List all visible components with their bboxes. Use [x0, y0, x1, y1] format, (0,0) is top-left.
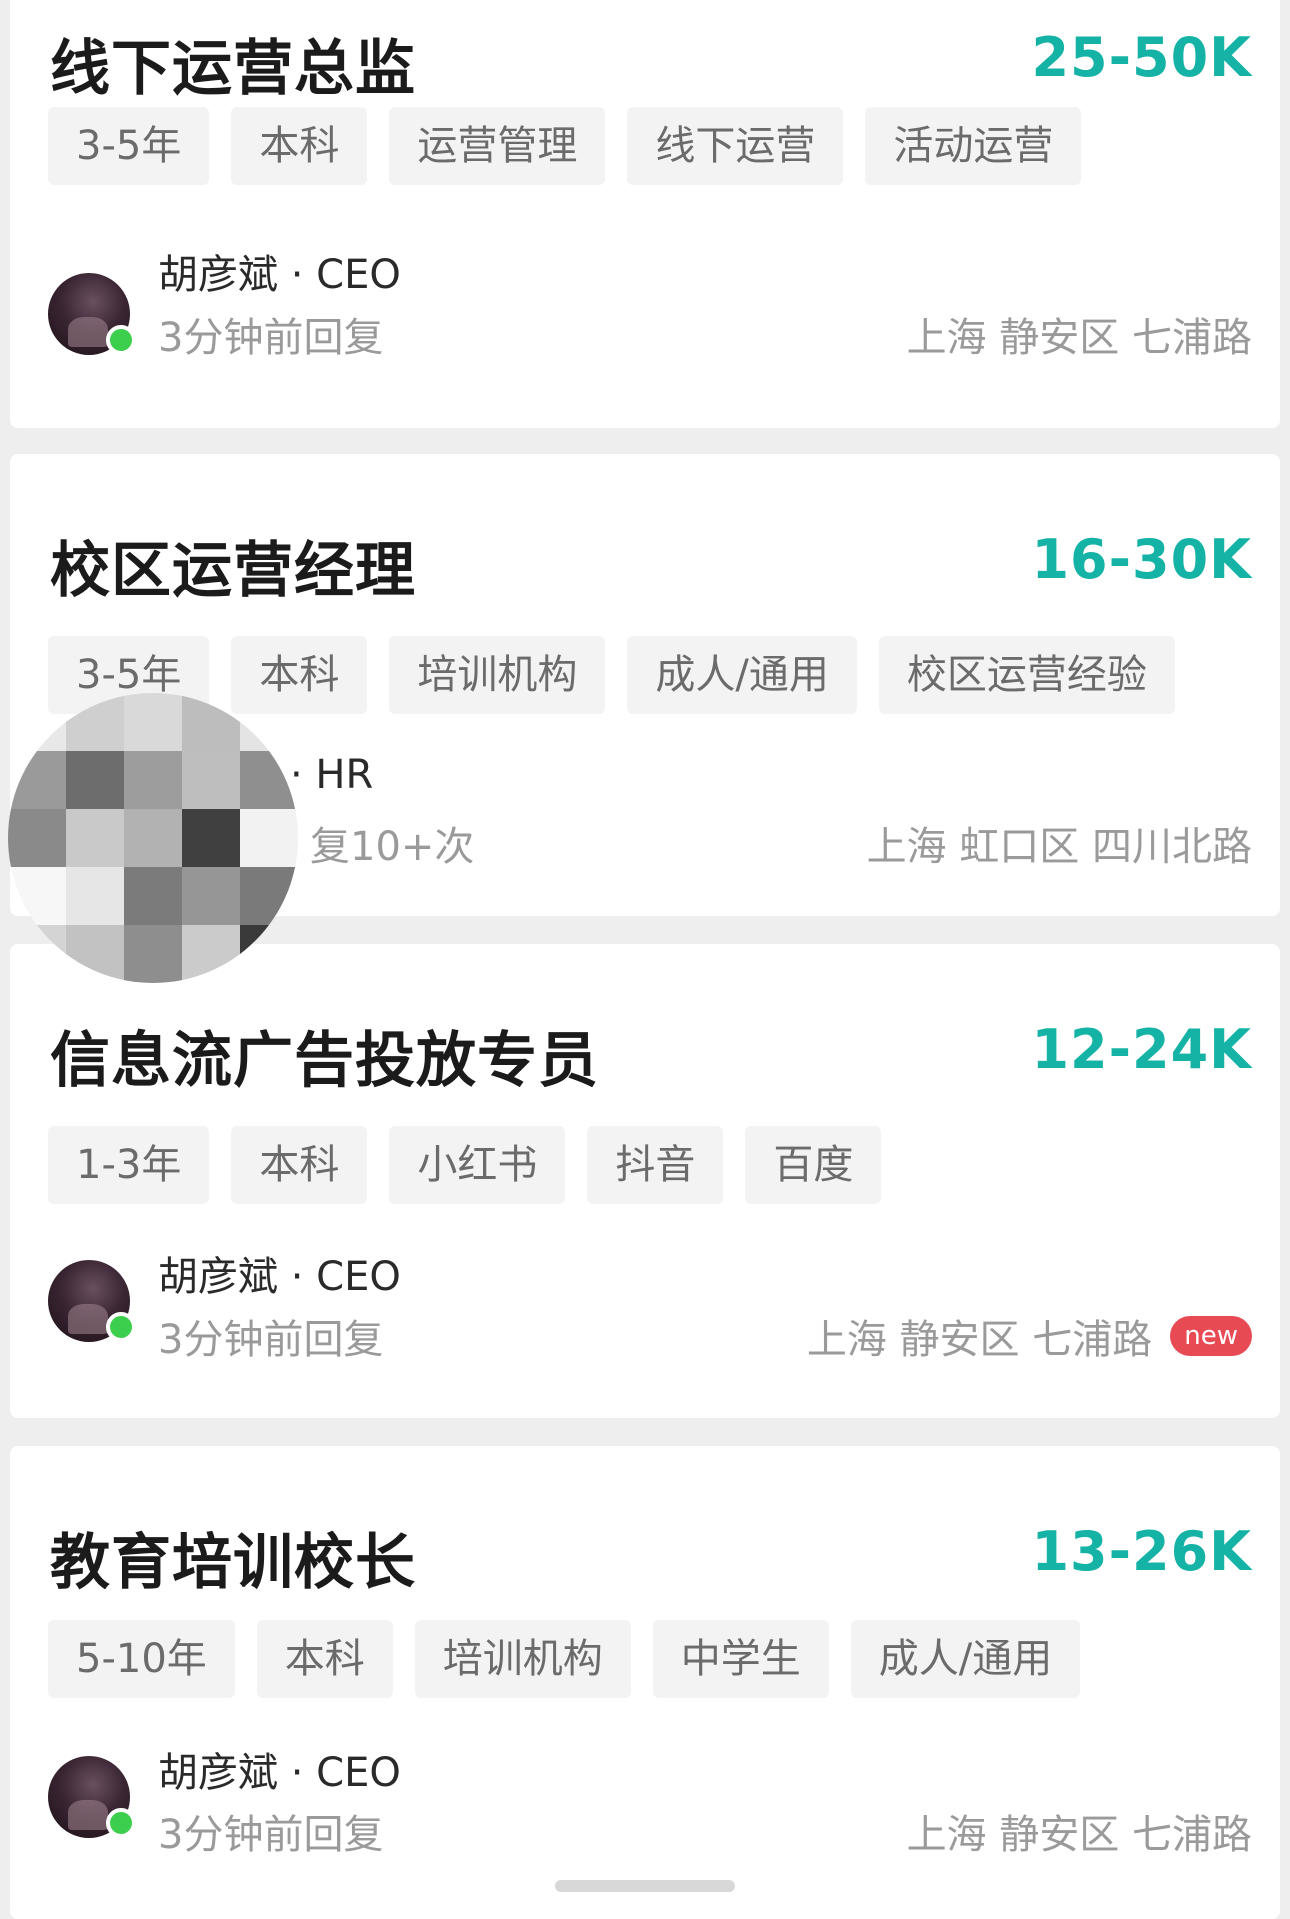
job-salary: 13-26K — [1031, 1520, 1252, 1583]
reply-count: 复10+次 — [310, 824, 475, 870]
job-card[interactable]: 线下运营总监 25-50K 3-5年 本科 运营管理 线下运营 活动运营 胡彦斌… — [10, 0, 1280, 428]
job-salary: 25-50K — [1031, 26, 1252, 89]
job-tag: 成人/通用 — [850, 1620, 1081, 1698]
job-location: 上海 静安区 七浦路 — [907, 1802, 1252, 1860]
online-status-icon — [106, 1808, 136, 1838]
online-status-icon — [106, 1312, 136, 1342]
job-location: 上海 虹口区 四川北路 — [867, 814, 1252, 872]
recruiter-name: 胡彦斌 · CEO — [158, 1750, 401, 1796]
reply-time: 3分钟前回复 — [158, 1317, 384, 1363]
job-title: 信息流广告投放专员 — [50, 1026, 599, 1096]
avatar[interactable] — [48, 273, 136, 355]
job-tag: 校区运营经验 — [878, 636, 1175, 714]
job-tag: 本科 — [231, 636, 368, 714]
reply-time: 3分钟前回复 — [158, 315, 384, 361]
recruiter-name: 胡彦斌 · CEO — [158, 252, 401, 298]
job-card[interactable]: 教育培训校长 13-26K 5-10年 本科 培训机构 中学生 成人/通用 胡彦… — [10, 1446, 1280, 1919]
new-badge: new — [1170, 1316, 1252, 1356]
job-title: 线下运营总监 — [50, 34, 416, 104]
job-tag: 本科 — [231, 1126, 368, 1204]
scroll-indicator — [555, 1880, 735, 1892]
job-tags: 3-5年 本科 培训机构 成人/通用 校区运营经验 — [48, 636, 1175, 714]
job-tag: 百度 — [745, 1126, 882, 1204]
job-tags: 5-10年 本科 培训机构 中学生 成人/通用 — [48, 1620, 1081, 1698]
job-tag: 小红书 — [389, 1126, 566, 1204]
recruiter-name: 胡彦斌 · CEO — [158, 1254, 401, 1300]
job-tag: 活动运营 — [865, 107, 1082, 185]
job-tag: 本科 — [231, 107, 368, 185]
job-location-text: 上海 虹口区 四川北路 — [866, 824, 1252, 870]
job-tag: 线下运营 — [627, 107, 844, 185]
online-status-icon — [106, 325, 136, 355]
job-tag: 3-5年 — [48, 107, 210, 185]
job-tag: 5-10年 — [48, 1620, 235, 1698]
job-salary: 16-30K — [1031, 528, 1252, 591]
job-title: 教育培训校长 — [50, 1528, 416, 1598]
job-tags: 1-3年 本科 小红书 抖音 百度 — [48, 1126, 882, 1204]
job-tag: 本科 — [256, 1620, 393, 1698]
pixelated-avatar[interactable] — [8, 693, 298, 983]
job-tag: 培训机构 — [414, 1620, 631, 1698]
job-location: 上海 静安区 七浦路 — [907, 305, 1252, 363]
job-card[interactable]: 信息流广告投放专员 12-24K 1-3年 本科 小红书 抖音 百度 胡彦斌 ·… — [10, 944, 1280, 1418]
job-location: 上海 静安区 七浦路 new — [807, 1307, 1252, 1365]
recruiter-name: · HR — [290, 752, 374, 798]
avatar[interactable] — [48, 1260, 136, 1342]
job-title: 校区运营经理 — [50, 536, 416, 606]
job-tag: 抖音 — [587, 1126, 724, 1204]
job-location-text: 上海 静安区 七浦路 — [806, 1317, 1153, 1363]
job-tags: 3-5年 本科 运营管理 线下运营 活动运营 — [48, 107, 1082, 185]
job-tag: 中学生 — [652, 1620, 829, 1698]
job-tag: 培训机构 — [389, 636, 606, 714]
job-tag: 运营管理 — [389, 107, 606, 185]
job-salary: 12-24K — [1031, 1018, 1252, 1081]
reply-time: 3分钟前回复 — [158, 1812, 384, 1858]
job-location-text: 上海 静安区 七浦路 — [906, 315, 1252, 361]
avatar[interactable] — [48, 1756, 136, 1838]
job-tag: 成人/通用 — [627, 636, 857, 714]
job-location-text: 上海 静安区 七浦路 — [906, 1812, 1252, 1858]
job-tag: 1-3年 — [48, 1126, 210, 1204]
